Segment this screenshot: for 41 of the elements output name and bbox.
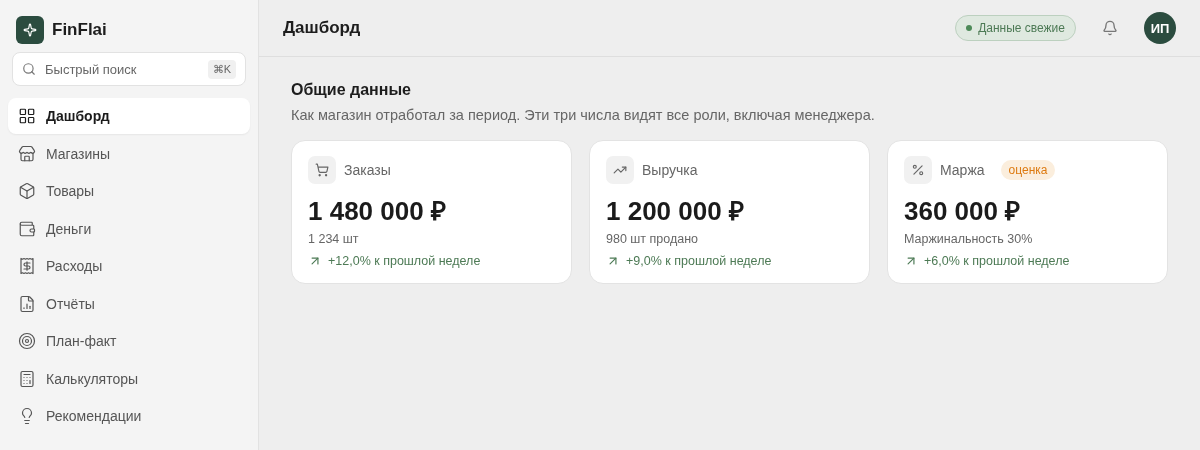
sidebar-item[interactable]: Товары	[8, 173, 250, 209]
metric-change: +6,0% к прошлой неделе	[924, 254, 1070, 268]
sidebar-item[interactable]: Магазины	[8, 135, 250, 172]
status-badge: Данные свежие	[955, 15, 1076, 41]
sidebar-item[interactable]: Расходы	[8, 248, 250, 284]
metric-label: Маржа	[940, 162, 985, 178]
metric-change: +9,0% к прошлой неделе	[626, 254, 772, 268]
sidebar-item[interactable]: Калькуляторы	[8, 360, 250, 397]
metric-label: Выручка	[642, 162, 698, 178]
metric-note: 1 234 шт	[308, 232, 360, 246]
trend-up-icon	[606, 156, 634, 184]
user-avatar[interactable]: ИП	[1144, 12, 1176, 44]
section-subtitle: Как магазин отработал за период. Эти три числа видят все роли, включая менеджера.	[291, 107, 876, 123]
page-title: Дашборд	[283, 18, 362, 38]
metric-note: 980 шт продано	[606, 232, 700, 246]
metric-value: 1 480 000 ₽	[308, 195, 447, 228]
receipt-icon	[18, 257, 36, 275]
target-icon	[18, 332, 36, 350]
shortcut-hint: ⌘K	[207, 60, 236, 79]
storefront-icon	[18, 144, 36, 163]
calculator-icon	[18, 369, 36, 388]
sidebar-item[interactable]: Дашборд	[8, 98, 250, 134]
sidebar-item[interactable]: Деньги	[8, 210, 250, 247]
sidebar-item[interactable]: План-факт	[8, 323, 250, 359]
logo-icon	[16, 16, 44, 44]
file-chart-icon	[18, 294, 36, 313]
cart-icon	[308, 156, 336, 184]
metric-change: +12,0% к прошлой неделе	[328, 254, 481, 268]
sidebar-item[interactable]: Отчёты	[8, 285, 250, 322]
metric-note: Маржинальность 30%	[904, 232, 1034, 246]
estimate-badge: оценка	[1000, 160, 1056, 180]
cube-icon	[18, 182, 36, 200]
section-title: Общие данные	[291, 81, 412, 99]
sidebar-item[interactable]: Рекомендации	[8, 398, 250, 434]
metric-label: Заказы	[344, 162, 391, 178]
metric-value: 1 200 000 ₽	[606, 195, 745, 228]
wallet-icon	[18, 219, 36, 238]
grid-icon	[18, 107, 36, 125]
percent-icon	[904, 156, 932, 184]
metric-value: 360 000 ₽	[904, 195, 1022, 228]
brand-name: FinFlai	[52, 20, 107, 40]
